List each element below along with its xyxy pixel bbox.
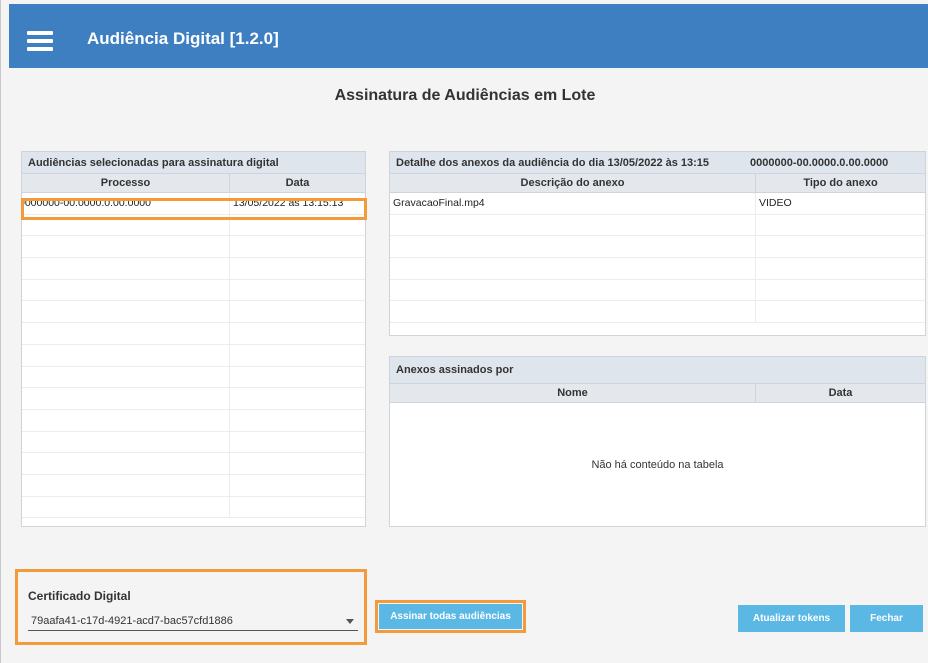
page-title: Assinatura de Audiências em Lote bbox=[334, 87, 596, 104]
table-row[interactable] bbox=[22, 236, 365, 259]
cell-processo bbox=[22, 496, 230, 518]
certificate-select[interactable]: 79aafa41-c17d-4921-acd7-bac57cfd1886 bbox=[28, 611, 358, 631]
empty-table-message: Não há conteúdo na tabela bbox=[591, 459, 724, 471]
selected-hearings-header: Processo Data bbox=[22, 174, 365, 193]
cell-processo bbox=[22, 453, 230, 474]
attachments-detail-header: Descrição do anexo Tipo do anexo bbox=[390, 174, 925, 193]
column-tipo[interactable]: Tipo do anexo bbox=[756, 174, 925, 192]
table-row[interactable] bbox=[22, 453, 365, 475]
attachments-detail-title-bar: Detalhe dos anexos da audiência do dia 1… bbox=[390, 152, 925, 174]
table-row[interactable] bbox=[390, 236, 925, 259]
column-nome[interactable]: Nome bbox=[390, 384, 756, 402]
certificate-section: Certificado Digital 79aafa41-c17d-4921-a… bbox=[15, 569, 367, 645]
attachments-detail-title: Detalhe dos anexos da audiência do dia 1… bbox=[396, 157, 710, 169]
chevron-down-icon[interactable] bbox=[346, 619, 354, 624]
table-row[interactable] bbox=[22, 431, 365, 454]
table-row[interactable] bbox=[390, 214, 925, 237]
cell-data bbox=[230, 258, 365, 279]
column-data-signed[interactable]: Data bbox=[756, 384, 925, 402]
cell-processo bbox=[22, 366, 230, 388]
cell-data bbox=[230, 323, 365, 344]
cell-tipo bbox=[756, 258, 925, 279]
selected-hearings-rows: 0000000-00.0000.0.00.0000 13/05/2022 às 1… bbox=[22, 193, 365, 519]
refresh-tokens-button[interactable]: Atualizar tokens bbox=[738, 605, 845, 632]
table-row[interactable] bbox=[22, 279, 365, 302]
cell-processo bbox=[22, 258, 230, 279]
table-row[interactable] bbox=[22, 344, 365, 367]
cell-data bbox=[230, 410, 365, 431]
cell-data bbox=[230, 301, 365, 322]
table-row[interactable] bbox=[22, 474, 365, 497]
table-row[interactable] bbox=[22, 388, 365, 410]
cell-processo bbox=[22, 301, 230, 323]
cell-descricao: GravacaoFinal.mp4 bbox=[390, 193, 756, 214]
column-processo[interactable]: Processo bbox=[22, 174, 230, 192]
cell-processo bbox=[22, 388, 230, 409]
cell-tipo bbox=[756, 301, 925, 322]
cell-data bbox=[230, 475, 365, 496]
cell-data bbox=[230, 388, 365, 409]
cell-descricao bbox=[390, 258, 756, 279]
table-row[interactable] bbox=[22, 323, 365, 345]
table-row[interactable] bbox=[390, 301, 925, 324]
cell-descricao bbox=[390, 236, 756, 258]
cell-processo bbox=[22, 431, 230, 453]
signed-by-title: Anexos assinados por bbox=[390, 357, 925, 384]
table-row[interactable] bbox=[22, 409, 365, 432]
table-row[interactable] bbox=[22, 301, 365, 324]
cell-data bbox=[230, 236, 365, 257]
sign-all-button[interactable]: Assinar todas audiências bbox=[379, 604, 522, 629]
cell-descricao bbox=[390, 214, 756, 236]
table-row[interactable] bbox=[22, 258, 365, 280]
menu-icon[interactable] bbox=[27, 31, 55, 51]
close-button[interactable]: Fechar bbox=[850, 605, 923, 632]
cell-descricao bbox=[390, 279, 756, 301]
cell-descricao bbox=[390, 301, 756, 323]
certificate-label: Certificado Digital bbox=[28, 589, 131, 603]
column-data[interactable]: Data bbox=[230, 174, 365, 192]
cell-tipo bbox=[756, 215, 925, 236]
attachments-detail-process: 0000000-00.0000.0.00.0000 bbox=[750, 157, 889, 169]
app-window: Audiência Digital [1.2.0] Assinatura de … bbox=[0, 0, 928, 663]
cell-tipo bbox=[756, 236, 925, 257]
certificate-value: 79aafa41-c17d-4921-acd7-bac57cfd1886 bbox=[31, 615, 233, 627]
table-row[interactable]: GravacaoFinal.mp4 VIDEO bbox=[390, 193, 925, 215]
cell-tipo: VIDEO bbox=[759, 197, 792, 209]
cell-data bbox=[230, 432, 365, 453]
signed-by-panel: Anexos assinados por Nome Data Não há co… bbox=[389, 356, 926, 527]
app-bar: Audiência Digital [1.2.0] bbox=[9, 4, 928, 68]
column-descricao[interactable]: Descrição do anexo bbox=[390, 174, 756, 192]
cell-data bbox=[230, 367, 365, 388]
cell-data bbox=[230, 280, 365, 301]
table-row[interactable] bbox=[390, 258, 925, 280]
cell-data bbox=[230, 453, 365, 474]
cell-tipo bbox=[756, 280, 925, 301]
selected-row-highlight bbox=[21, 198, 367, 220]
cell-processo bbox=[22, 474, 230, 496]
attachments-detail-rows: GravacaoFinal.mp4 VIDEO bbox=[390, 193, 925, 324]
cell-processo bbox=[22, 409, 230, 431]
selected-hearings-title: Audiências selecionadas para assinatura … bbox=[22, 152, 365, 174]
table-row[interactable] bbox=[22, 366, 365, 389]
attachments-detail-panel: Detalhe dos anexos da audiência do dia 1… bbox=[389, 151, 926, 336]
cell-data bbox=[230, 345, 365, 366]
table-row[interactable] bbox=[22, 496, 365, 519]
cell-processo bbox=[22, 279, 230, 301]
cell-processo bbox=[22, 344, 230, 366]
cell-data bbox=[230, 497, 365, 518]
app-title: Audiência Digital [1.2.0] bbox=[87, 29, 279, 48]
table-row[interactable] bbox=[390, 279, 925, 302]
cell-processo bbox=[22, 323, 230, 344]
cell-processo bbox=[22, 236, 230, 258]
signed-by-header: Nome Data bbox=[390, 384, 925, 403]
